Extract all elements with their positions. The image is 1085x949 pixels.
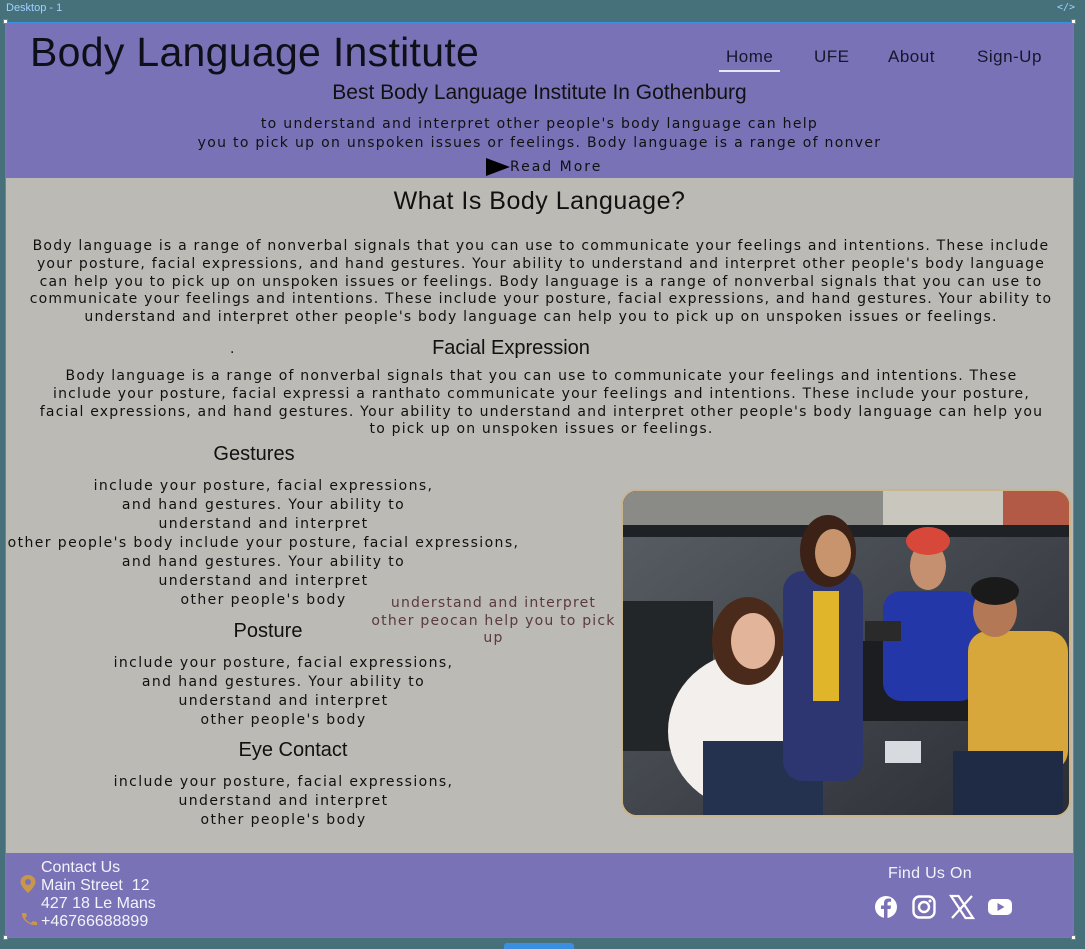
- x-icon[interactable]: [948, 893, 976, 921]
- resize-handle-top-right[interactable]: [1071, 19, 1076, 24]
- team-photo: [621, 489, 1071, 817]
- contact-title: Contact Us: [41, 859, 121, 876]
- body-paragraph-2: Body language is a range of nonverbal si…: [39, 368, 1044, 438]
- site-title: Body Language Institute: [30, 29, 480, 75]
- desktop-frame: Body Language Institute Home UFE About S…: [5, 22, 1074, 938]
- resize-handle-top-left[interactable]: [3, 19, 8, 24]
- intro-text: to understand and interpret other people…: [6, 115, 1073, 153]
- posture-text: include your posture, facial expressions…: [113, 655, 454, 728]
- site-header: Body Language Institute Home UFE About S…: [6, 23, 1073, 178]
- posture-heading: Posture: [233, 620, 303, 642]
- gestures-heading: Gestures: [213, 443, 295, 465]
- section-heading: What Is Body Language?: [393, 187, 686, 215]
- nav-ufe[interactable]: UFE: [814, 47, 850, 67]
- contact-block: Contact Us Main Street 12 427 18 Le Mans…: [41, 859, 156, 931]
- tagline: Best Body Language Institute In Gothenbu…: [332, 81, 747, 104]
- eye-contact-text: include your posture, facial expressions…: [113, 774, 454, 828]
- youtube-icon[interactable]: [986, 893, 1014, 921]
- site-footer: Contact Us Main Street 12 427 18 Le Mans…: [6, 853, 1073, 937]
- gestures-text: include your posture, facial expressions…: [7, 478, 520, 608]
- instagram-icon[interactable]: [910, 893, 938, 921]
- intro-line-1: to understand and interpret other people…: [260, 116, 819, 132]
- resize-handle-bottom-right[interactable]: [1071, 935, 1076, 940]
- contact-city: 427 18 Le Mans: [41, 895, 156, 912]
- facial-expression-heading: Facial Expression: [432, 337, 590, 359]
- facebook-icon[interactable]: [872, 893, 900, 921]
- frame-label[interactable]: Desktop - 1: [6, 2, 62, 14]
- body-paragraph-1: Body language is a range of nonverbal si…: [29, 238, 1053, 326]
- social-links: [872, 893, 1014, 921]
- read-more-label: Read More: [510, 159, 603, 175]
- read-more-button[interactable]: Read More: [486, 158, 602, 176]
- floating-text: understand and interpret other peocan he…: [371, 595, 616, 646]
- frame-size-tab[interactable]: [504, 943, 574, 949]
- nav-home[interactable]: Home: [719, 47, 781, 72]
- nav-sign-up[interactable]: Sign-Up: [977, 47, 1042, 67]
- resize-handle-bottom-left[interactable]: [3, 935, 8, 940]
- code-view-icon[interactable]: </>: [1057, 2, 1075, 13]
- contact-phone[interactable]: +46766688899: [41, 913, 156, 931]
- nav-about[interactable]: About: [888, 47, 935, 67]
- location-pin-icon: [20, 875, 36, 897]
- eye-contact-heading: Eye Contact: [238, 739, 348, 761]
- play-arrow-icon: [486, 158, 510, 176]
- intro-line-2: you to pick up on unspoken issues or fee…: [197, 135, 882, 151]
- phone-icon: [20, 911, 38, 930]
- contact-street: Main Street 12: [41, 877, 150, 894]
- find-us-label: Find Us On: [888, 865, 972, 882]
